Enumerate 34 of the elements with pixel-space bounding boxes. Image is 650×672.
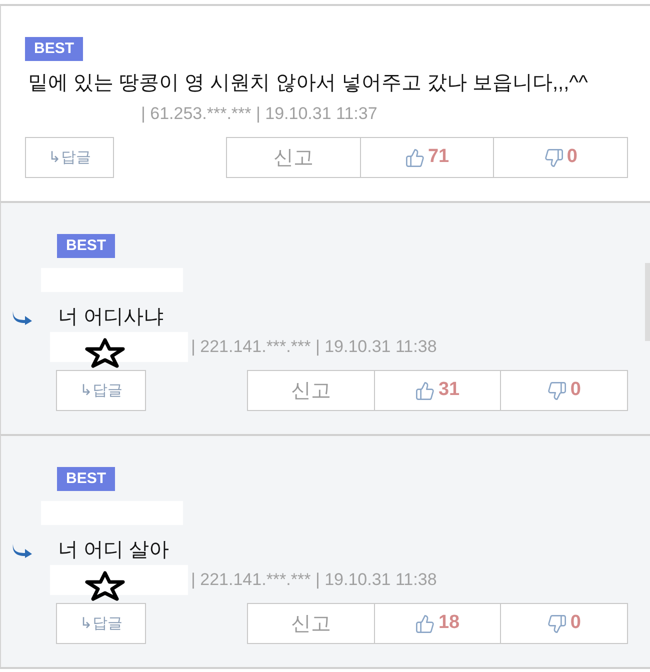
report-button[interactable]: 신고 bbox=[227, 138, 360, 177]
best-badge: BEST bbox=[25, 37, 84, 61]
comment-meta: | 221.141.***.*** | 19.10.31 11:38 bbox=[191, 337, 437, 357]
dislike-count: 0 bbox=[570, 611, 581, 636]
report-button[interactable]: 신고 bbox=[248, 604, 374, 643]
thumbs-down-icon bbox=[547, 380, 568, 400]
thumbs-down-icon bbox=[544, 148, 564, 168]
comment-meta: | 221.141.***.*** | 19.10.31 11:38 bbox=[191, 570, 437, 590]
like-button[interactable]: 71 bbox=[360, 138, 494, 177]
comment-text: 밑에 있는 땅콩이 영 시원치 않아서 넣어주고 갔나 보읍니다,,,^^ bbox=[28, 71, 588, 96]
scrollbar-thumb[interactable] bbox=[645, 263, 650, 341]
comment-meta: | 61.253.***.*** | 19.10.31 11:37 bbox=[141, 104, 378, 124]
dislike-button[interactable]: 0 bbox=[500, 371, 628, 410]
reply-button[interactable]: ↳답글 bbox=[56, 370, 146, 411]
dislike-count: 0 bbox=[570, 378, 581, 402]
dislike-count: 0 bbox=[566, 145, 578, 170]
dislike-button[interactable]: 0 bbox=[500, 604, 628, 643]
comment-text: 너 어디 살아 bbox=[58, 538, 170, 563]
thumbs-down-icon bbox=[547, 614, 568, 634]
comment-text: 너 어디사냐 bbox=[58, 305, 164, 330]
like-count: 18 bbox=[438, 611, 460, 636]
thumbs-up-icon bbox=[404, 148, 425, 168]
reply-button[interactable]: ↳답글 bbox=[25, 137, 114, 178]
best-badge: BEST bbox=[57, 234, 116, 258]
dislike-button[interactable]: 0 bbox=[493, 138, 628, 177]
reply-button[interactable]: ↳답글 bbox=[56, 603, 146, 644]
like-button[interactable]: 18 bbox=[374, 604, 500, 643]
thumbs-up-icon bbox=[415, 380, 436, 400]
like-count: 31 bbox=[438, 378, 460, 402]
report-button[interactable]: 신고 bbox=[248, 371, 374, 410]
like-button[interactable]: 31 bbox=[374, 371, 500, 410]
thumbs-up-icon bbox=[415, 614, 436, 634]
like-count: 71 bbox=[428, 145, 450, 170]
best-badge: BEST bbox=[57, 467, 116, 491]
